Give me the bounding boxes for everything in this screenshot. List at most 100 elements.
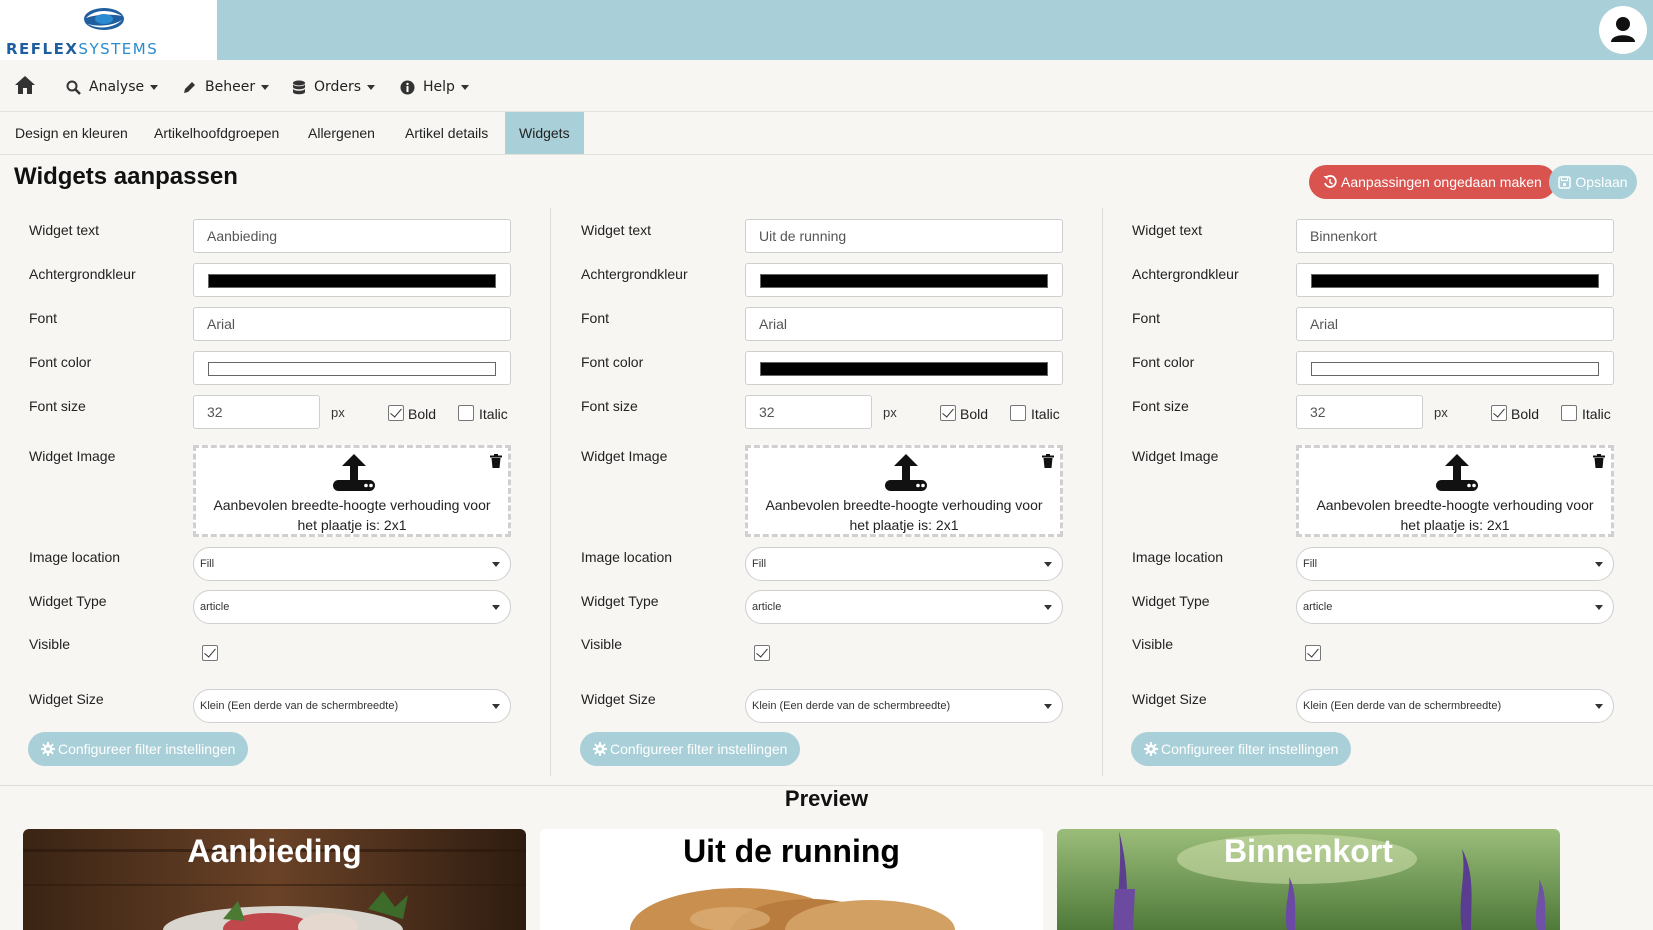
widget-type-label: Widget Type [581, 593, 659, 609]
bold-checkbox[interactable] [388, 405, 404, 421]
preview-tile-1[interactable]: Aanbieding [23, 829, 526, 930]
preview-tile-2[interactable]: Uit de running [540, 829, 1043, 930]
save-button[interactable]: Opslaan [1549, 165, 1637, 199]
tab-artikel-details[interactable]: Artikel details [405, 112, 488, 154]
home-icon[interactable] [14, 75, 36, 95]
widget-text-input[interactable]: Binnenkort [1296, 219, 1614, 253]
font-color-picker[interactable] [1296, 351, 1614, 385]
font-size-unit: px [331, 405, 345, 420]
bold-checkbox[interactable] [1491, 405, 1507, 421]
widget-text-input[interactable]: Uit de running [745, 219, 1063, 253]
tab-artikelhoofdgroepen[interactable]: Artikelhoofdgroepen [154, 112, 279, 154]
search-icon [66, 80, 81, 95]
image-location-select[interactable]: Fill [193, 547, 511, 581]
bold-label: Bold [960, 406, 989, 422]
widget-type-select[interactable]: article [193, 590, 511, 624]
column-divider [550, 208, 551, 776]
main-navigation: Analyse Beheer Orders Help [0, 60, 1653, 112]
undo-changes-button[interactable]: Aanpassingen ongedaan maken [1309, 165, 1556, 199]
configure-filter-button[interactable]: Configureer filter instellingen [1131, 732, 1352, 766]
preview-tile-2-text: Uit de running [683, 833, 900, 869]
italic-label: Italic [1582, 406, 1611, 422]
italic-checkbox[interactable] [1561, 405, 1577, 421]
nav-beheer[interactable]: Beheer [182, 76, 270, 98]
image-location-label: Image location [1132, 549, 1224, 565]
configure-filter-button[interactable]: Configureer filter instellingen [580, 732, 801, 766]
user-icon [1611, 17, 1635, 42]
preview-tile-3[interactable]: Binnenkort [1057, 829, 1560, 930]
database-icon [293, 80, 305, 94]
chevron-down-icon [367, 84, 376, 90]
upload-icon [885, 454, 927, 491]
visible-checkbox[interactable] [754, 645, 770, 661]
bold-label: Bold [1511, 406, 1540, 422]
undo-changes-label: Aanpassingen ongedaan maken [1341, 174, 1542, 190]
settings-tabs: Design en kleuren Artikelhoofdgroepen Al… [0, 112, 1653, 155]
widget-type-label: Widget Type [1132, 593, 1210, 609]
widget-image-dropzone[interactable]: Aanbevolen breedte-hoogte verhouding voo… [745, 445, 1063, 537]
upload-icon [333, 454, 375, 491]
widget-config-3: Widget text Binnenkort Achtergrondkleur … [1117, 208, 1637, 778]
image-location-select[interactable]: Fill [745, 547, 1063, 581]
nav-orders[interactable]: Orders [292, 76, 376, 98]
image-location-label: Image location [29, 549, 121, 565]
font-input[interactable]: Arial [745, 307, 1063, 341]
bold-label: Bold [408, 406, 437, 422]
visible-label: Visible [1132, 636, 1173, 652]
trash-icon[interactable] [1593, 454, 1605, 468]
preview-tile-3-text: Binnenkort [1224, 833, 1393, 869]
image-location-select[interactable]: Fill [1296, 547, 1614, 581]
tab-widgets[interactable]: Widgets [505, 112, 584, 154]
widget-size-select[interactable]: Klein (Een derde van de schermbreedte) [193, 689, 511, 723]
brand-name-part1: REFLEX [6, 40, 79, 58]
bold-checkbox[interactable] [940, 405, 956, 421]
background-color-picker[interactable] [193, 263, 511, 297]
brand-logo[interactable]: REFLEXSYSTEMS [0, 0, 217, 60]
tab-allergenen[interactable]: Allergenen [308, 112, 375, 154]
save-label: Opslaan [1575, 174, 1628, 190]
widget-type-select[interactable]: article [1296, 590, 1614, 624]
italic-checkbox[interactable] [458, 405, 474, 421]
configure-filter-label: Configureer filter instellingen [610, 741, 788, 757]
gear-icon [41, 742, 55, 756]
font-color-picker[interactable] [193, 351, 511, 385]
gear-icon [593, 742, 607, 756]
configure-filter-label: Configureer filter instellingen [58, 741, 236, 757]
preview-title: Preview [784, 786, 869, 811]
configure-filter-button[interactable]: Configureer filter instellingen [28, 732, 249, 766]
image-ratio-hint: Aanbevolen breedte-hoogte verhouding voo… [213, 497, 491, 533]
image-ratio-hint: Aanbevolen breedte-hoogte verhouding voo… [1316, 497, 1594, 533]
widget-size-select[interactable]: Klein (Een derde van de schermbreedte) [1296, 689, 1614, 723]
widget-size-select[interactable]: Klein (Een derde van de schermbreedte) [745, 689, 1063, 723]
tab-design-en-kleuren[interactable]: Design en kleuren [15, 112, 128, 154]
font-input[interactable]: Arial [1296, 307, 1614, 341]
font-size-input[interactable]: 32 [193, 395, 320, 429]
widget-config-2: Widget text Uit de running Achtergrondkl… [566, 208, 1086, 778]
widget-image-label: Widget Image [581, 448, 668, 464]
font-size-label: Font size [29, 398, 86, 414]
widget-type-select[interactable]: article [745, 590, 1063, 624]
font-size-input[interactable]: 32 [745, 395, 872, 429]
nav-analyse[interactable]: Analyse [66, 76, 159, 98]
trash-icon[interactable] [490, 454, 502, 468]
widget-image-dropzone[interactable]: Aanbevolen breedte-hoogte verhouding voo… [1296, 445, 1614, 537]
user-avatar[interactable] [1599, 6, 1647, 54]
visible-checkbox[interactable] [202, 645, 218, 661]
nav-help-label: Help [423, 79, 455, 95]
widget-text-label: Widget text [1132, 222, 1203, 238]
font-color-picker[interactable] [745, 351, 1063, 385]
save-icon [1558, 175, 1572, 189]
font-size-input[interactable]: 32 [1296, 395, 1423, 429]
italic-checkbox[interactable] [1010, 405, 1026, 421]
font-input[interactable]: Arial [193, 307, 511, 341]
nav-help[interactable]: Help [400, 76, 469, 98]
background-color-swatch [760, 274, 1048, 288]
background-color-picker[interactable] [745, 263, 1063, 297]
visible-checkbox[interactable] [1305, 645, 1321, 661]
widget-image-dropzone[interactable]: Aanbevolen breedte-hoogte verhouding voo… [193, 445, 511, 537]
trash-icon[interactable] [1042, 454, 1054, 468]
widget-text-input[interactable]: Aanbieding [193, 219, 511, 253]
font-color-swatch [1311, 362, 1599, 376]
background-color-picker[interactable] [1296, 263, 1614, 297]
visible-label: Visible [581, 636, 622, 652]
